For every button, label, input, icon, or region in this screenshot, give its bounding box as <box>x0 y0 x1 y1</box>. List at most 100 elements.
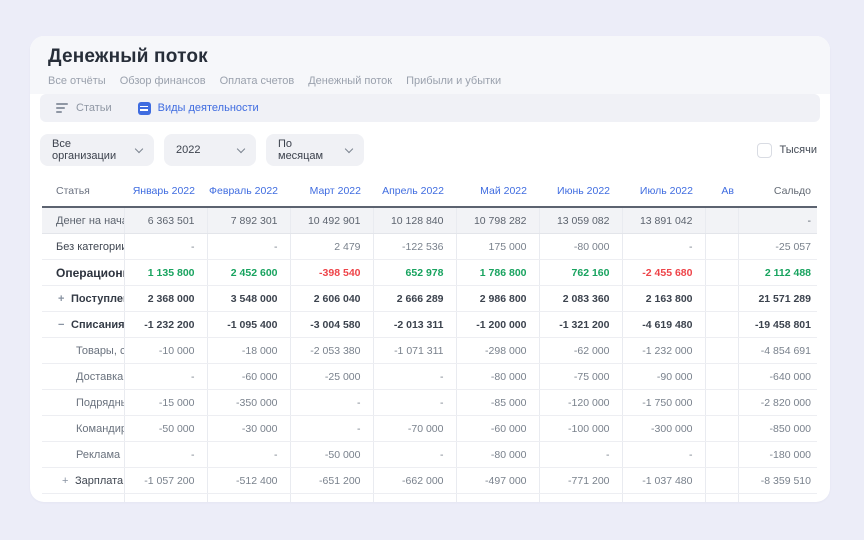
row-label: +Поступления <box>42 286 124 312</box>
cell: -298 000 <box>456 338 539 364</box>
column-header-month[interactable]: Январь 2022 <box>124 176 207 207</box>
cell: -2 013 311 <box>373 312 456 338</box>
cell: 2 083 360 <box>539 286 622 312</box>
cell <box>705 312 738 338</box>
cell: - <box>124 234 207 260</box>
row-label: Командировки <box>42 416 124 442</box>
cell: - <box>622 442 705 468</box>
column-header-month[interactable]: Июль 2022 <box>622 176 705 207</box>
cell: 2 112 488 <box>738 260 817 286</box>
report-tab[interactable]: Оплата счетов <box>220 75 295 87</box>
expand-icon[interactable]: + <box>62 475 75 487</box>
cell: 6 363 501 <box>124 207 207 234</box>
column-header-month[interactable]: Февраль 2022 <box>207 176 290 207</box>
cell: -60 000 <box>456 416 539 442</box>
row-label-text: Списания <box>71 319 124 331</box>
cell: - <box>373 364 456 390</box>
cell: -1 200 000 <box>456 312 539 338</box>
column-header-month[interactable]: Апрель 2022 <box>373 176 456 207</box>
organization-select[interactable]: Все организации <box>40 134 154 166</box>
cell: -398 540 <box>290 260 373 286</box>
row-label-text: Командировки <box>76 423 124 435</box>
cell: - <box>738 207 817 234</box>
cell: -60 000 <box>207 364 290 390</box>
table-row: Командировки-50 000-30 000--70 000-60 00… <box>42 416 817 442</box>
table-icon <box>138 102 151 115</box>
thousands-label: Тысячи <box>780 144 817 156</box>
report-tab[interactable]: Денежный поток <box>308 75 392 87</box>
year-select[interactable]: 2022 <box>164 134 256 166</box>
cell: -2 053 380 <box>290 338 373 364</box>
cell: 1 786 800 <box>456 260 539 286</box>
cell: - <box>373 390 456 416</box>
cell: -1 321 200 <box>539 312 622 338</box>
view-toggle-articles[interactable]: Статьи <box>56 102 112 114</box>
column-header-month[interactable]: Март 2022 <box>290 176 373 207</box>
collapse-icon[interactable]: − <box>58 319 71 331</box>
year-value: 2022 <box>176 144 200 156</box>
view-toggle-activities[interactable]: Виды деятельности <box>138 102 259 115</box>
column-header-month[interactable]: Ав <box>705 176 738 207</box>
thousands-checkbox[interactable] <box>757 143 772 158</box>
view-toggle-label: Статьи <box>76 102 112 114</box>
cell: - <box>290 390 373 416</box>
cell: 13 059 082 <box>539 207 622 234</box>
cell: 10 798 282 <box>456 207 539 234</box>
cell: -80 000 <box>456 364 539 390</box>
column-header-saldo: Сальдо <box>738 176 817 207</box>
row-label: Подрядные работы <box>42 390 124 416</box>
period-select[interactable]: По месяцам <box>266 134 364 166</box>
cell: -1 037 480 <box>622 468 705 494</box>
column-header-month[interactable]: Май 2022 <box>456 176 539 207</box>
row-label: +Зарплата <box>42 468 124 494</box>
cell: -8 359 510 <box>738 468 817 494</box>
cell <box>705 468 738 494</box>
row-label-text: Денег на начало периода <box>56 215 124 227</box>
cell: -50 000 <box>290 442 373 468</box>
filter-bar: Все организации 2022 По месяцам Тысячи <box>40 134 820 166</box>
row-label: Денег на начало периода <box>42 207 124 234</box>
cell: -90 000 <box>622 364 705 390</box>
cell: -2 455 680 <box>622 260 705 286</box>
cell: - <box>124 364 207 390</box>
expand-icon[interactable]: + <box>58 293 71 305</box>
cell: -75 000 <box>539 364 622 390</box>
tree-icon <box>56 103 69 113</box>
cell: -662 000 <box>373 468 456 494</box>
collapse-icon[interactable]: − <box>62 501 75 503</box>
row-label: −Списания <box>42 312 124 338</box>
cell: - <box>290 416 373 442</box>
cell: -1 095 400 <box>207 312 290 338</box>
column-header-month[interactable]: Июнь 2022 <box>539 176 622 207</box>
table-row: Операционная1 135 8002 452 600-398 54065… <box>42 260 817 286</box>
cell: -200 000 <box>290 494 373 503</box>
cell: -150 000 <box>539 494 622 503</box>
cell: 175 000 <box>456 234 539 260</box>
row-label-text: Реклама <box>76 449 120 461</box>
row-label-text: Доставка <box>76 371 123 383</box>
thousands-toggle[interactable]: Тысячи <box>757 143 817 158</box>
table-row: −Офис-100 000-100 000-200 000-200 000-10… <box>42 494 817 503</box>
cell: -50 000 <box>124 416 207 442</box>
cell <box>705 286 738 312</box>
cell: 2 986 800 <box>456 286 539 312</box>
cell: -640 000 <box>738 364 817 390</box>
cell: - <box>207 234 290 260</box>
cell: 2 606 040 <box>290 286 373 312</box>
row-label: Реклама <box>42 442 124 468</box>
cell: -1 232 000 <box>622 338 705 364</box>
cell: 2 368 000 <box>124 286 207 312</box>
report-tab[interactable]: Все отчёты <box>48 75 106 87</box>
cell: - <box>539 442 622 468</box>
report-tab[interactable]: Прибыли и убытки <box>406 75 501 87</box>
table-row: −Списания-1 232 200-1 095 400-3 004 580-… <box>42 312 817 338</box>
row-label: Доставка <box>42 364 124 390</box>
cell: -80 000 <box>539 234 622 260</box>
cell: -19 458 801 <box>738 312 817 338</box>
row-label-text: Без категории <box>56 241 124 253</box>
report-tab[interactable]: Обзор финансов <box>120 75 206 87</box>
row-label-text: Зарплата <box>75 475 123 487</box>
table-row: Доставка--60 000-25 000--80 000-75 000-9… <box>42 364 817 390</box>
cashflow-table: СтатьяЯнварь 2022Февраль 2022Март 2022Ап… <box>42 176 817 502</box>
cell: -120 000 <box>539 390 622 416</box>
